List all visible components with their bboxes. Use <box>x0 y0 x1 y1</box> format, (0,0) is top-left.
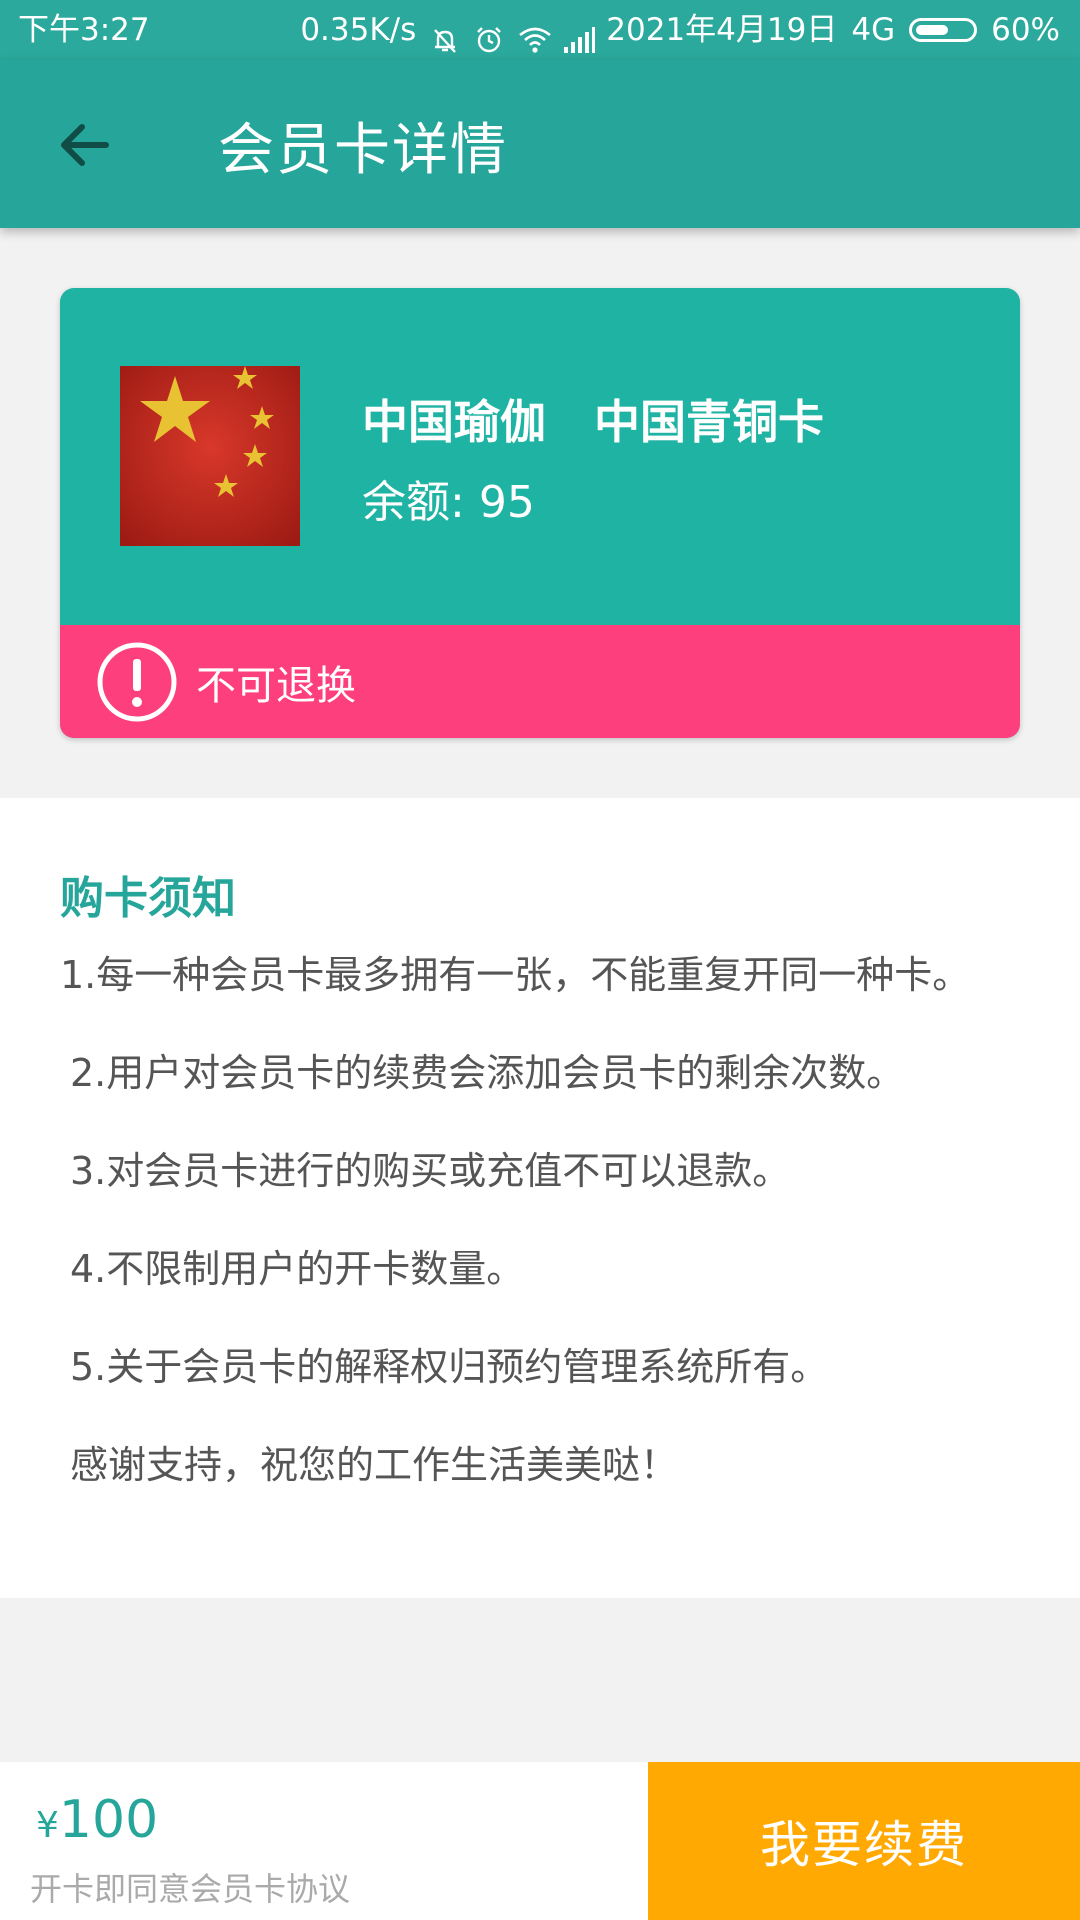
network-speed: 0.35K/s <box>300 12 417 48</box>
app-bar: 会员卡详情 <box>0 60 1080 228</box>
notice-line: 感谢支持，祝您的工作生活美美哒！ <box>70 1443 679 1487</box>
back-button[interactable] <box>44 110 124 180</box>
balance-label: 余额: <box>362 477 465 528</box>
battery-icon <box>909 18 978 42</box>
status-bar: 下午3:27 0.35K/s 2021年4月19日 4G 60% <box>0 0 1080 60</box>
no-refund-text: 不可退换 <box>196 662 356 709</box>
balance-value: 95 <box>478 477 535 528</box>
status-time: 下午3:27 <box>18 12 150 48</box>
price: ¥100 <box>36 1790 158 1850</box>
membership-card: 中国瑜伽 中国青铜卡 余额: 95 不可退换 <box>60 288 1020 738</box>
notice-line: 1.每一种会员卡最多拥有一张，不能重复开同一种卡。 <box>60 953 971 997</box>
no-refund-banner: 不可退换 <box>60 625 1020 738</box>
mute-bell-icon <box>430 15 460 53</box>
currency-symbol: ¥ <box>36 1805 59 1846</box>
wifi-icon <box>518 15 552 53</box>
signal-icon <box>562 15 596 53</box>
agreement-link[interactable]: 开卡即同意会员卡协议 <box>30 1864 350 1910</box>
page-title: 会员卡详情 <box>218 118 508 183</box>
notice-line: 3.对会员卡进行的购买或充值不可以退款。 <box>70 1149 791 1193</box>
card-balance: 余额: 95 <box>362 466 535 530</box>
notice-line: 5.关于会员卡的解释权归预约管理系统所有。 <box>70 1345 829 1389</box>
arrow-left-icon <box>61 124 109 166</box>
notice-line: 2.用户对会员卡的续费会添加会员卡的剩余次数。 <box>70 1051 905 1095</box>
card-title: 中国瑜伽 中国青铜卡 <box>362 395 825 449</box>
exclamation-circle-icon <box>97 642 177 721</box>
status-right: 0.35K/s 2021年4月19日 4G 60% <box>300 0 1060 60</box>
notice-line: 4.不限制用户的开卡数量。 <box>70 1247 525 1291</box>
renew-button[interactable]: 我要续费 <box>648 1762 1080 1920</box>
alarm-icon <box>474 15 504 53</box>
price-amount: 100 <box>58 1790 159 1850</box>
status-date: 2021年4月19日 <box>606 12 838 48</box>
bottom-bar: ¥100 开卡即同意会员卡协议 我要续费 <box>0 1762 1080 1920</box>
network-type: 4G <box>851 12 896 48</box>
purchase-notice: 购卡须知 1.每一种会员卡最多拥有一张，不能重复开同一种卡。 2.用户对会员卡的… <box>0 798 1080 1598</box>
card-image <box>120 366 300 546</box>
battery-percent: 60% <box>991 12 1060 48</box>
notice-heading: 购卡须知 <box>60 873 236 924</box>
